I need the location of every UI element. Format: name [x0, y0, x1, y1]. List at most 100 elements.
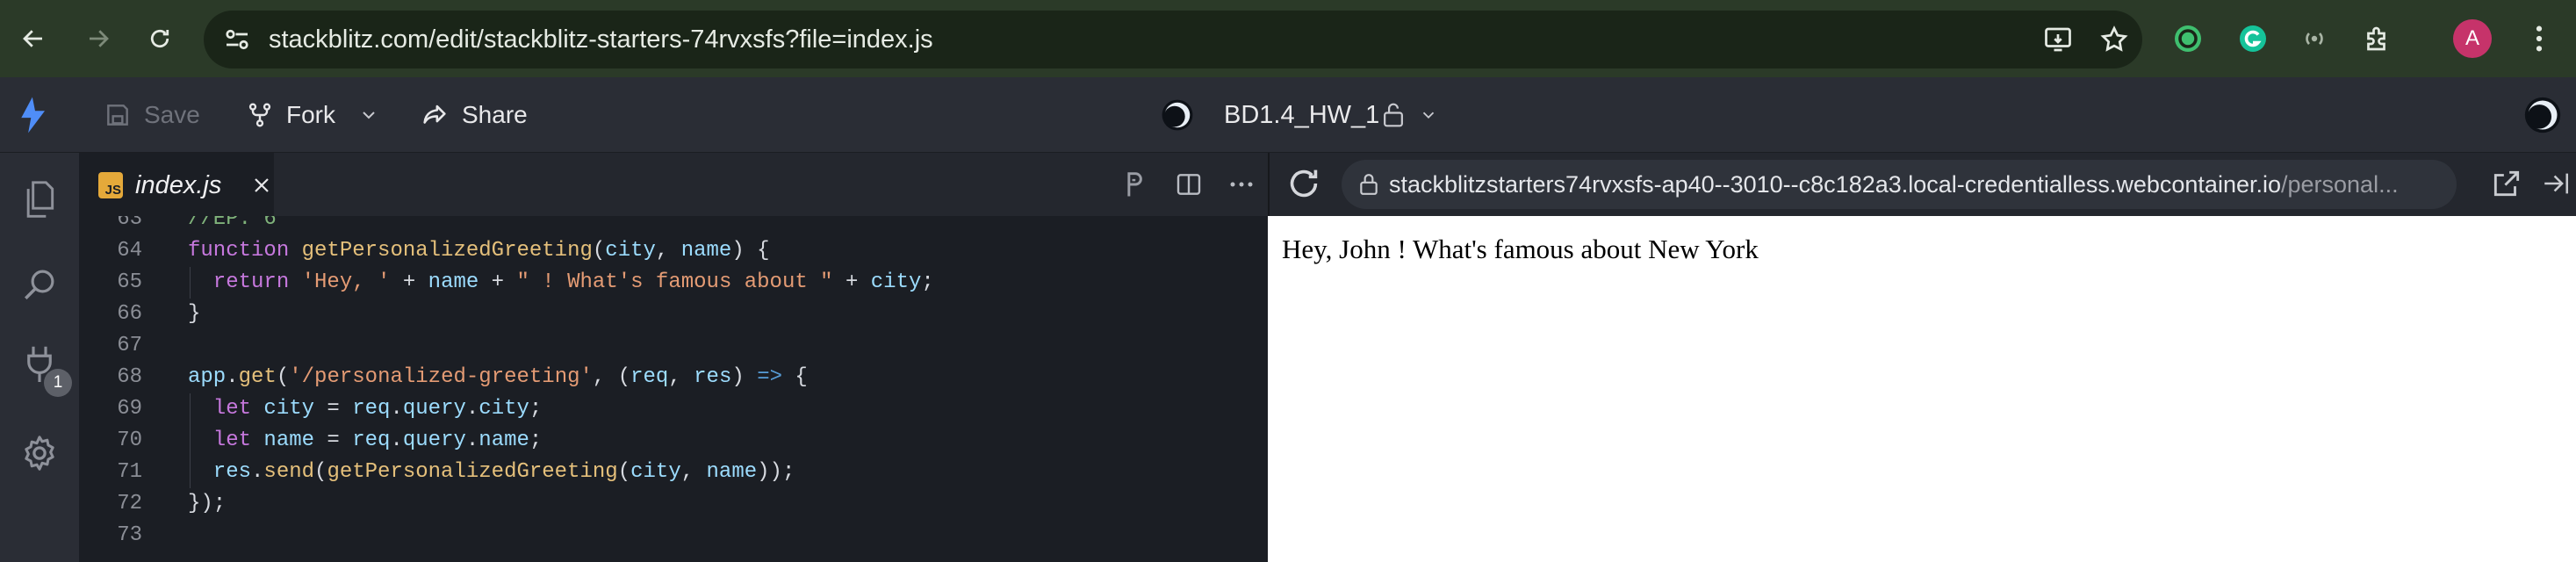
split-editor-button[interactable]: [1168, 163, 1210, 205]
search-button[interactable]: [0, 248, 79, 321]
code-token: let: [188, 397, 264, 421]
address-bar[interactable]: stackblitz.com/edit/stackblitz-starters-…: [204, 11, 2142, 68]
indent-guide: [190, 393, 191, 488]
code-token: let: [188, 429, 264, 452]
preview-url-bar[interactable]: stackblitzstarters74rvxsfs-ap40--3010--c…: [1342, 160, 2457, 209]
line-number: 67: [117, 334, 142, 357]
chevron-down-icon: [1422, 112, 1435, 119]
code-token: (: [617, 460, 631, 484]
code-line[interactable]: 68 app.get('/personalized-greeting', (req…: [79, 362, 1268, 393]
line-number: 64: [117, 239, 142, 263]
extensions-puzzle-icon[interactable]: [2355, 16, 2400, 61]
code-token: ): [731, 365, 758, 389]
fork-icon: [248, 103, 271, 127]
code-token: name: [680, 239, 732, 263]
site-settings-icon[interactable]: [221, 24, 253, 60]
code-line[interactable]: 64 function getPersonalizedGreeting(city,…: [79, 235, 1268, 267]
code-token: (: [314, 460, 327, 484]
more-actions-button[interactable]: [1220, 163, 1263, 205]
code-token: res: [188, 460, 252, 484]
settings-button[interactable]: [0, 416, 79, 490]
code-line[interactable]: 66}: [79, 299, 1268, 330]
code-line[interactable]: 72});: [79, 488, 1268, 520]
code-text: let city = req.query.city;: [188, 393, 543, 425]
open-in-new-tab-button[interactable]: [2490, 167, 2523, 205]
code-text: let name = req.query.name;: [188, 425, 543, 457]
indent-guide: [190, 267, 191, 299]
preview-pane[interactable]: Hey, John ! What's famous about New York: [1268, 216, 2576, 562]
code-token: ;: [529, 429, 543, 452]
line-number: 72: [117, 492, 142, 515]
code-line[interactable]: 70 let name = req.query.name;: [79, 425, 1268, 457]
code-token: +: [390, 270, 428, 294]
code-token: req: [352, 429, 391, 452]
code-text: });: [188, 488, 226, 520]
save-label: Save: [144, 101, 200, 128]
reload-button[interactable]: [139, 18, 181, 60]
explorer-button[interactable]: [0, 163, 79, 237]
js-file-icon: JS: [98, 172, 123, 198]
code-text: function getPersonalizedGreeting(city, n…: [188, 235, 770, 267]
code-line[interactable]: 65 return 'Hey, ' + name + " ! What's fa…: [79, 267, 1268, 299]
code-token: .: [226, 365, 239, 389]
code-editor[interactable]: 63 //EP: 6 64 function getPersonalizedGreet…: [79, 216, 1268, 562]
browser-menu-icon[interactable]: [2516, 16, 2562, 61]
visibility-toggle[interactable]: [1380, 77, 1438, 153]
browser-chrome: stackblitz.com/edit/stackblitz-starters-…: [0, 0, 2576, 77]
search-icon: [25, 270, 54, 299]
profile-avatar[interactable]: A: [2453, 19, 2492, 58]
grammarly-icon[interactable]: [2230, 16, 2276, 61]
code-token: name: [428, 270, 479, 294]
code-token: 'Hey, ': [301, 270, 391, 294]
code-token: .: [390, 429, 403, 452]
install-app-icon[interactable]: [2042, 24, 2074, 60]
code-token: +: [832, 270, 871, 294]
save-button[interactable]: Save: [104, 77, 200, 153]
bookmark-star-icon[interactable]: [2098, 24, 2130, 60]
notification-badge: 1: [44, 369, 72, 397]
back-button[interactable]: [12, 18, 54, 60]
arrow-right-icon: [90, 30, 109, 47]
close-tab-button[interactable]: [251, 175, 272, 196]
stackblitz-logo[interactable]: [18, 77, 53, 153]
preview-toolbar: stackblitzstarters74rvxsfs-ap40--3010--c…: [1268, 153, 2576, 216]
code-token: .: [251, 460, 264, 484]
preview-url-text[interactable]: stackblitzstarters74rvxsfs-ap40--3010--c…: [1389, 160, 2399, 209]
fork-label: Fork: [286, 101, 335, 128]
code-token: city: [263, 397, 315, 421]
code-line[interactable]: 63 //EP: 6: [79, 216, 1268, 235]
external-link-icon: [2493, 170, 2520, 197]
fork-button[interactable]: Fork: [246, 77, 335, 153]
code-line[interactable]: 73: [79, 520, 1268, 551]
tab-index-js[interactable]: JS index.js: [79, 153, 274, 216]
forward-button[interactable]: [77, 18, 119, 60]
code-token: query: [402, 429, 466, 452]
code-token: city: [870, 270, 922, 294]
code-token: city: [479, 397, 529, 421]
code-line[interactable]: 67: [79, 330, 1268, 362]
preview-url-host: stackblitzstarters74rvxsfs-ap40--3010--c…: [1389, 171, 2281, 198]
fork-options-dropdown[interactable]: [358, 77, 379, 153]
user-avatar[interactable]: [2523, 77, 2562, 153]
code-line[interactable]: 71 res.send(getPersonalizedGreeting(city…: [79, 457, 1268, 488]
project-name: BD1.4_HW_1: [1224, 100, 1380, 129]
toggle-preview-button[interactable]: [2541, 169, 2571, 203]
preview-reload-button[interactable]: [1284, 163, 1324, 208]
code-line[interactable]: 69 let city = req.query.city;: [79, 393, 1268, 425]
code-token: =>: [757, 365, 782, 389]
code-token: res: [694, 365, 732, 389]
code-token: });: [188, 492, 227, 515]
code-token: getPersonalizedGreeting: [301, 239, 593, 263]
prettier-icon: [1127, 172, 1142, 197]
project-title[interactable]: BD1.4_HW_1: [1161, 77, 1379, 153]
line-number: 71: [117, 460, 142, 484]
share-button[interactable]: Share: [420, 77, 528, 153]
code-token: +: [479, 270, 517, 294]
prettier-button[interactable]: [1113, 163, 1155, 205]
extension-radio-icon[interactable]: [2292, 16, 2337, 61]
code-token: .: [465, 429, 479, 452]
code-token: name: [263, 429, 315, 452]
extension-circle-icon[interactable]: [2165, 16, 2211, 61]
address-url[interactable]: stackblitz.com/edit/stackblitz-starters-…: [269, 11, 933, 68]
line-number: 68: [117, 365, 142, 389]
